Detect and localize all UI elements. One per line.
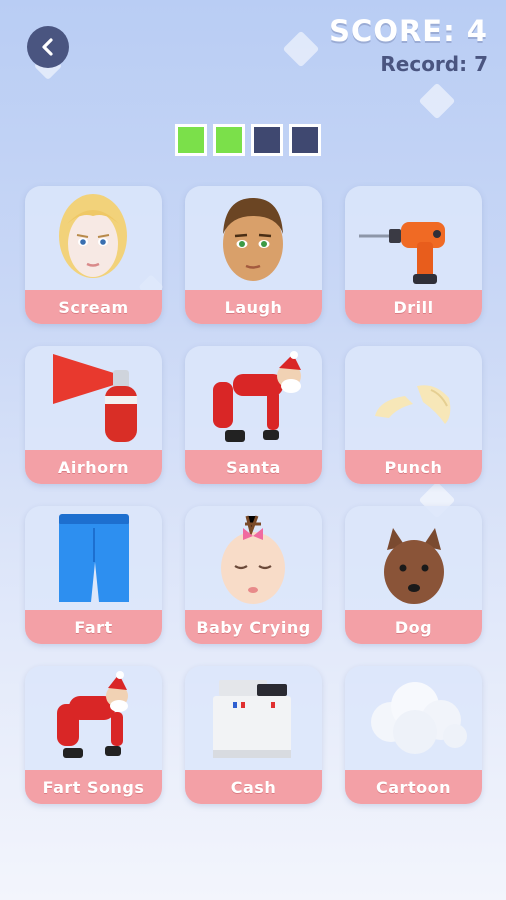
score-display: SCORE: 4 [329,14,488,48]
sound-card-fart[interactable]: Fart [25,506,162,644]
card-label: Scream [25,290,162,324]
progress-square [175,124,207,156]
chevron-left-icon [42,38,53,56]
progress-square [251,124,283,156]
card-label: Dog [345,610,482,644]
baby-face-icon [221,515,285,604]
background-diamond [282,30,320,68]
card-label: Drill [345,290,482,324]
cloud-puff-icon [371,682,467,754]
card-label: Punch [345,450,482,484]
progress-square [289,124,321,156]
punching-hands-icon [375,385,451,424]
back-button[interactable] [27,26,69,68]
sound-card-punch[interactable]: Punch [345,346,482,484]
santa-bending-icon [213,351,301,442]
dog-head-icon [384,528,444,604]
blue-pants-icon [59,514,129,602]
progress-square [213,124,245,156]
sound-card-baby-crying[interactable]: Baby Crying [185,506,322,644]
sound-card-cartoon[interactable]: Cartoon [345,666,482,804]
card-label: Fart [25,610,162,644]
record-display: Record: 7 [380,52,488,76]
sound-card-cash[interactable]: Cash [185,666,322,804]
sound-card-scream[interactable]: Scream [25,186,162,324]
card-label: Cartoon [345,770,482,804]
sound-card-drill[interactable]: Drill [345,186,482,324]
sound-card-fart-songs[interactable]: Fart Songs [25,666,162,804]
blonde-woman-face-icon [59,194,127,278]
airhorn-icon [53,354,137,442]
card-label: Baby Crying [185,610,322,644]
sound-card-santa[interactable]: Santa [185,346,322,484]
man-face-icon [223,198,283,281]
sound-card-airhorn[interactable]: Airhorn [25,346,162,484]
sound-card-dog[interactable]: Dog [345,506,482,644]
power-drill-icon [359,222,445,284]
card-label: Laugh [185,290,322,324]
santa-crouching-icon [57,671,128,758]
sound-card-laugh[interactable]: Laugh [185,186,322,324]
card-label: Fart Songs [25,770,162,804]
level-progress [175,124,321,156]
card-label: Airhorn [25,450,162,484]
cash-register-icon [213,680,291,758]
background-diamond [418,82,456,120]
card-label: Cash [185,770,322,804]
card-label: Santa [185,450,322,484]
